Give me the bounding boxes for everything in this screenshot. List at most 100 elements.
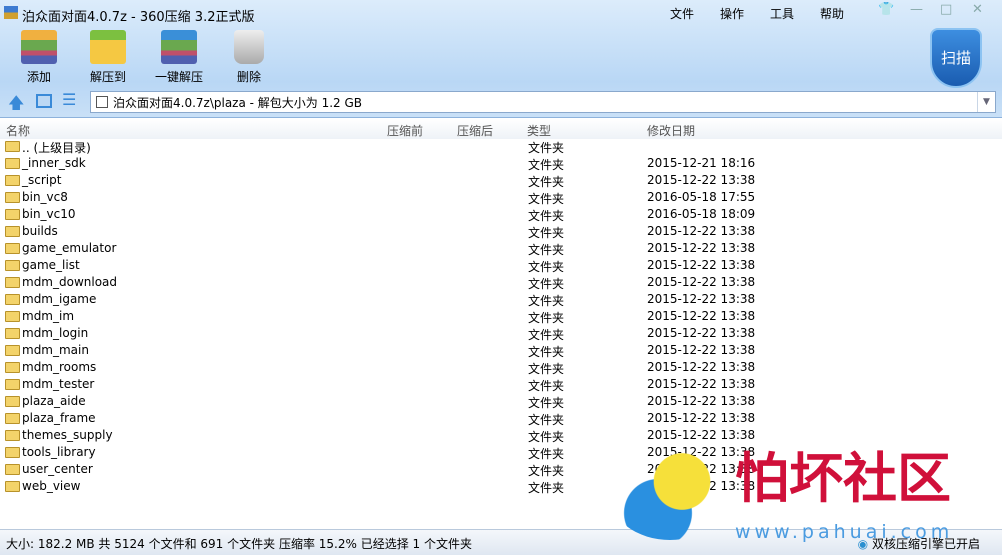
row-name: mdm_im <box>22 309 75 323</box>
table-row[interactable]: mdm_main 文件夹 2015-12-22 13:38 <box>0 342 1002 359</box>
table-row[interactable]: user_center 文件夹 2015-12-22 13:38 <box>0 461 1002 478</box>
archive-file-icon <box>96 96 108 108</box>
row-name: mdm_download <box>22 275 118 289</box>
table-row[interactable]: mdm_tester 文件夹 2015-12-22 13:38 <box>0 376 1002 393</box>
folder-icon <box>5 345 20 356</box>
table-row[interactable]: _script 文件夹 2015-12-22 13:38 <box>0 172 1002 189</box>
table-row[interactable]: mdm_download 文件夹 2015-12-22 13:38 <box>0 274 1002 291</box>
table-row[interactable]: game_list 文件夹 2015-12-22 13:38 <box>0 257 1002 274</box>
folder-icon <box>5 158 20 169</box>
row-name: mdm_igame <box>22 292 97 306</box>
row-type: 文件夹 <box>528 243 565 257</box>
row-date: 2016-05-18 17:55 <box>647 190 756 204</box>
table-row[interactable]: builds 文件夹 2015-12-22 13:38 <box>0 223 1002 240</box>
row-date: 2015-12-22 13:38 <box>647 411 756 425</box>
up-arrow-icon[interactable]: 🡅 <box>8 92 24 119</box>
folder-icon <box>5 396 20 407</box>
table-row[interactable]: mdm_login 文件夹 2015-12-22 13:38 <box>0 325 1002 342</box>
folder-icon <box>5 379 20 390</box>
table-row[interactable]: plaza_frame 文件夹 2015-12-22 13:38 <box>0 410 1002 427</box>
row-type: 文件夹 <box>528 260 565 274</box>
row-type: 文件夹 <box>528 481 565 495</box>
thumbnail-view-icon[interactable] <box>36 94 52 108</box>
folder-icon <box>5 311 20 322</box>
skin-icon[interactable]: 👕 <box>878 2 894 17</box>
close-button[interactable]: ✕ <box>972 2 983 17</box>
table-row[interactable]: game_emulator 文件夹 2015-12-22 13:38 <box>0 240 1002 257</box>
folder-icon <box>5 226 20 237</box>
row-name: game_list <box>22 258 80 272</box>
table-row[interactable]: plaza_aide 文件夹 2015-12-22 13:38 <box>0 393 1002 410</box>
row-date: 2015-12-22 13:38 <box>647 258 756 272</box>
row-date: 2015-12-22 13:38 <box>647 309 756 323</box>
folder-icon <box>5 294 20 305</box>
row-name: bin_vc10 <box>22 207 76 221</box>
table-row[interactable]: themes_supply 文件夹 2015-12-22 13:38 <box>0 427 1002 444</box>
table-row[interactable]: mdm_rooms 文件夹 2015-12-22 13:38 <box>0 359 1002 376</box>
row-date: 2015-12-22 13:38 <box>647 462 756 476</box>
table-row[interactable]: tools_library 文件夹 2015-12-22 13:38 <box>0 444 1002 461</box>
table-row[interactable]: mdm_igame 文件夹 2015-12-22 13:38 <box>0 291 1002 308</box>
folder-icon <box>5 362 20 373</box>
row-date: 2015-12-22 13:38 <box>647 292 756 306</box>
menu-operate[interactable]: 操作 <box>720 5 744 22</box>
delete-button[interactable]: 删除 <box>214 30 284 85</box>
one-click-extract-button[interactable]: 一键解压 <box>144 30 214 85</box>
archive-extract-icon <box>161 30 197 64</box>
table-row[interactable]: bin_vc8 文件夹 2016-05-18 17:55 <box>0 189 1002 206</box>
row-date: 2016-05-18 18:09 <box>647 207 756 221</box>
menu-help[interactable]: 帮助 <box>820 5 844 22</box>
table-row[interactable]: _inner_sdk 文件夹 2015-12-21 18:16 <box>0 155 1002 172</box>
row-date: 2015-12-22 13:38 <box>647 360 756 374</box>
row-date: 2015-12-21 18:16 <box>647 156 756 170</box>
row-date: 2015-12-22 13:38 <box>647 377 756 391</box>
table-row[interactable]: web_view 文件夹 2015-12-22 13:38 <box>0 478 1002 495</box>
folder-icon <box>5 277 20 288</box>
row-name: mdm_rooms <box>22 360 97 374</box>
trash-icon <box>234 30 264 64</box>
archive-add-icon <box>21 30 57 64</box>
row-name: _inner_sdk <box>22 156 86 170</box>
row-name: web_view <box>22 479 81 493</box>
row-date: 2015-12-22 13:38 <box>647 394 756 408</box>
list-view-icon[interactable]: ☰ <box>62 90 76 109</box>
folder-icon <box>5 464 20 475</box>
col-name[interactable]: 名称 <box>6 122 30 139</box>
col-original-size[interactable]: 压缩前 <box>387 122 423 139</box>
extract-to-button[interactable]: 解压到 <box>73 30 143 85</box>
col-type[interactable]: 类型 <box>527 122 551 139</box>
row-name: game_emulator <box>22 241 117 255</box>
folder-extract-icon <box>90 30 126 64</box>
table-row[interactable]: .. (上级目录) 文件夹 <box>0 138 1002 155</box>
engine-icon: ◉ <box>857 537 869 551</box>
row-type: 文件夹 <box>528 396 565 410</box>
row-name: plaza_frame <box>22 411 96 425</box>
row-name: mdm_login <box>22 326 89 340</box>
title-toolbar-area: 泊众面对面4.0.7z - 360压缩 3.2正式版 文件 操作 工具 帮助 👕… <box>0 0 1002 118</box>
address-bar[interactable]: 泊众面对面4.0.7z\plaza - 解包大小为 1.2 GB ▼ <box>90 91 996 113</box>
menu-file[interactable]: 文件 <box>670 5 694 22</box>
row-type: 文件夹 <box>528 175 565 189</box>
address-text: 泊众面对面4.0.7z\plaza - 解包大小为 1.2 GB <box>113 96 363 110</box>
row-type: 文件夹 <box>528 209 565 223</box>
chevron-down-icon[interactable]: ▼ <box>977 92 995 112</box>
table-row[interactable]: bin_vc10 文件夹 2016-05-18 18:09 <box>0 206 1002 223</box>
maximize-button[interactable]: □ <box>940 2 952 17</box>
add-button[interactable]: 添加 <box>4 30 74 85</box>
row-name: themes_supply <box>22 428 113 442</box>
col-compressed-size[interactable]: 压缩后 <box>457 122 493 139</box>
minimize-button[interactable]: — <box>910 2 923 17</box>
row-type: 文件夹 <box>528 226 565 240</box>
table-row[interactable]: mdm_im 文件夹 2015-12-22 13:38 <box>0 308 1002 325</box>
scan-button[interactable]: 扫描 <box>930 28 982 88</box>
row-date: 2015-12-22 13:38 <box>647 326 756 340</box>
row-type: 文件夹 <box>528 345 565 359</box>
window-title: 泊众面对面4.0.7z - 360压缩 3.2正式版 <box>22 10 255 25</box>
row-name: bin_vc8 <box>22 190 68 204</box>
col-modified-date[interactable]: 修改日期 <box>647 122 695 139</box>
menu-tools[interactable]: 工具 <box>770 5 794 22</box>
status-bar: 大小: 182.2 MB 共 5124 个文件和 691 个文件夹 压缩率 15… <box>0 529 1002 555</box>
app-icon <box>4 6 18 19</box>
status-summary: 大小: 182.2 MB 共 5124 个文件和 691 个文件夹 压缩率 15… <box>6 537 472 551</box>
row-type: 文件夹 <box>528 413 565 427</box>
